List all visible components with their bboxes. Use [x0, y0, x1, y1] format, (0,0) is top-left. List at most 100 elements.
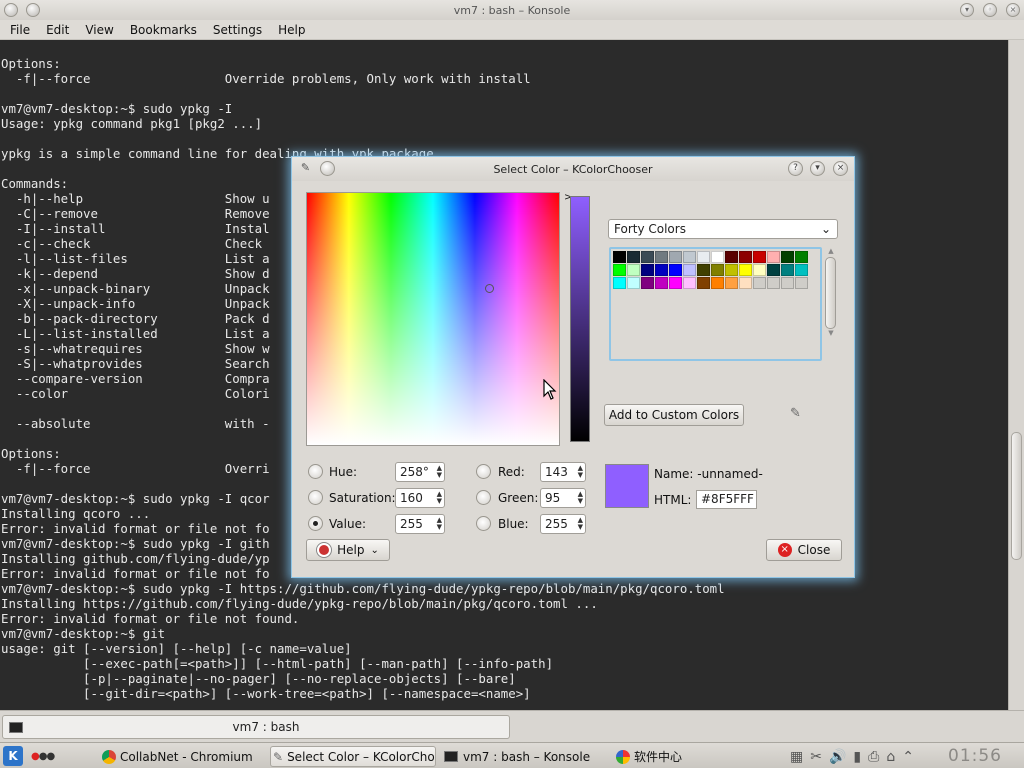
menu-file[interactable]: File [2, 23, 38, 37]
tab-bash[interactable]: vm7 : bash [2, 715, 510, 739]
menu-bookmarks[interactable]: Bookmarks [122, 23, 205, 37]
color-swatch[interactable] [767, 264, 780, 276]
color-swatch[interactable] [781, 264, 794, 276]
printer-icon[interactable]: ⎙ [868, 749, 879, 765]
maximize-icon[interactable]: ◦ [983, 3, 997, 17]
spin-arrows-icon[interactable]: ▲ ▼ [437, 491, 442, 505]
color-swatch[interactable] [641, 251, 654, 263]
battery-icon[interactable]: ▮ [853, 749, 861, 765]
menu-settings[interactable]: Settings [205, 23, 270, 37]
color-swatch[interactable] [683, 251, 696, 263]
pager-icon[interactable]: ●●● [31, 751, 55, 762]
network-icon[interactable]: ▦ [790, 749, 803, 765]
color-swatch[interactable] [711, 264, 724, 276]
scrollbar-thumb[interactable] [1011, 432, 1022, 560]
color-swatch[interactable] [781, 251, 794, 263]
saturation-radio[interactable] [308, 490, 323, 505]
minimize-icon[interactable]: ▾ [810, 161, 825, 176]
scroll-down-icon[interactable]: ▼ [824, 329, 838, 339]
task-konsole[interactable]: vm7 : bash – Konsole [442, 746, 610, 767]
color-swatch[interactable] [669, 264, 682, 276]
value-slider[interactable] [570, 196, 590, 442]
task-select-color[interactable]: ✎ Select Color – KColorCho [270, 746, 436, 767]
spin-arrows-icon[interactable]: ▲ ▼ [437, 517, 442, 531]
color-swatch[interactable] [753, 264, 766, 276]
color-swatch[interactable] [711, 251, 724, 263]
scroll-up-icon[interactable]: ▲ [824, 247, 838, 257]
spin-arrows-icon[interactable]: ▲ ▼ [578, 491, 583, 505]
color-swatch[interactable] [725, 251, 738, 263]
color-swatch[interactable] [613, 277, 626, 289]
color-swatch[interactable] [697, 251, 710, 263]
tools-icon[interactable]: ✂ [810, 749, 822, 765]
hue-radio[interactable] [308, 464, 323, 479]
color-swatch[interactable] [781, 277, 794, 289]
window-menu-icon[interactable] [4, 3, 18, 17]
blue-radio[interactable] [476, 516, 491, 531]
color-swatch[interactable] [711, 277, 724, 289]
color-swatch[interactable] [739, 264, 752, 276]
color-swatch[interactable] [697, 264, 710, 276]
spin-arrows-icon[interactable]: ▲ ▼ [437, 465, 442, 479]
palette-scrollbar[interactable]: ▲ ▼ [824, 247, 838, 359]
minimize-icon[interactable]: ▾ [960, 3, 974, 17]
close-icon[interactable]: × [833, 161, 848, 176]
close-icon[interactable]: × [1006, 3, 1020, 17]
green-spinbox[interactable]: 95 ▲ ▼ [540, 488, 586, 508]
color-swatch[interactable] [753, 251, 766, 263]
color-swatch[interactable] [655, 251, 668, 263]
eyedropper-icon[interactable]: ✎ [298, 161, 313, 176]
context-help-icon[interactable]: ? [788, 161, 803, 176]
menu-edit[interactable]: Edit [38, 23, 77, 37]
value-spinbox[interactable]: 255 ▲ ▼ [395, 514, 445, 534]
value-radio[interactable] [308, 516, 323, 531]
kde-launcher-icon[interactable]: K [3, 746, 23, 766]
color-swatch[interactable] [739, 277, 752, 289]
color-swatch[interactable] [697, 277, 710, 289]
dialog-titlebar[interactable]: ✎ Select Color – KColorChooser ? ▾ × [292, 157, 854, 181]
color-swatch[interactable] [725, 277, 738, 289]
sticky-icon[interactable] [320, 161, 335, 176]
color-swatch[interactable] [613, 251, 626, 263]
color-swatch[interactable] [739, 251, 752, 263]
color-swatch[interactable] [669, 251, 682, 263]
palette-scroll-thumb[interactable] [825, 257, 836, 329]
task-software-center[interactable]: 软件中心 [614, 746, 724, 767]
add-custom-colors-button[interactable]: Add to Custom Colors [604, 404, 744, 426]
red-radio[interactable] [476, 464, 491, 479]
color-swatch[interactable] [725, 264, 738, 276]
color-swatch[interactable] [795, 264, 808, 276]
color-swatch[interactable] [683, 264, 696, 276]
hue-saturation-picker[interactable] [306, 192, 560, 446]
color-swatch[interactable] [767, 277, 780, 289]
color-swatch[interactable] [655, 277, 668, 289]
picker-cursor[interactable] [485, 284, 494, 293]
color-swatch[interactable] [753, 277, 766, 289]
sticky-icon[interactable] [26, 3, 40, 17]
input-method-icon[interactable]: ⌂ [886, 749, 895, 765]
color-swatch[interactable] [627, 277, 640, 289]
color-swatch[interactable] [767, 251, 780, 263]
konsole-titlebar[interactable]: vm7 : bash – Konsole ▾ ◦ × [0, 0, 1024, 20]
menu-help[interactable]: Help [270, 23, 313, 37]
color-swatch[interactable] [627, 251, 640, 263]
palette-swatches[interactable] [609, 247, 822, 361]
blue-spinbox[interactable]: 255 ▲ ▼ [540, 514, 586, 534]
menu-view[interactable]: View [77, 23, 121, 37]
html-input[interactable]: #8F5FFF [696, 490, 757, 509]
terminal-scrollbar[interactable] [1008, 40, 1024, 710]
tray-arrow-icon[interactable]: ⌃ [902, 749, 914, 765]
color-swatch[interactable] [795, 277, 808, 289]
spin-arrows-icon[interactable]: ▲ ▼ [578, 465, 583, 479]
close-button[interactable]: × Close [766, 539, 842, 561]
color-swatch[interactable] [627, 264, 640, 276]
spin-arrows-icon[interactable]: ▲ ▼ [578, 517, 583, 531]
color-swatch[interactable] [669, 277, 682, 289]
volume-icon[interactable]: 🔊 [829, 749, 846, 765]
color-swatch[interactable] [795, 251, 808, 263]
green-radio[interactable] [476, 490, 491, 505]
hue-spinbox[interactable]: 258° ▲ ▼ [395, 462, 445, 482]
help-button[interactable]: Help ⌄ [306, 539, 390, 561]
palette-select[interactable]: Forty Colors ⌄ [608, 219, 838, 239]
color-swatch[interactable] [683, 277, 696, 289]
